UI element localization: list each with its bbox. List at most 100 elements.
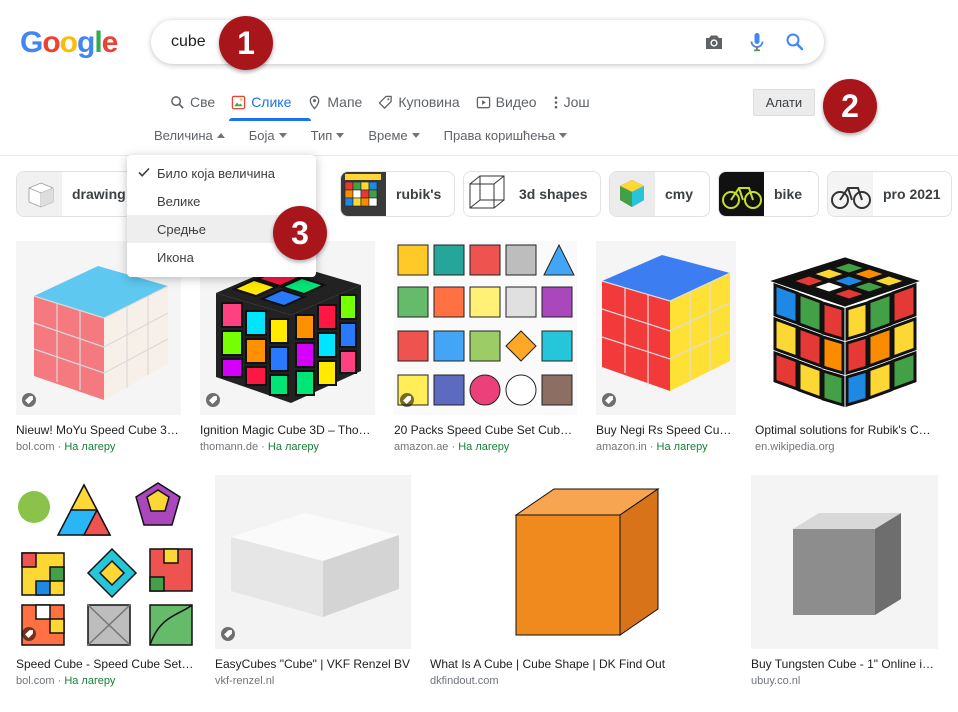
filter-label: Величина (154, 128, 213, 143)
result-image[interactable] (394, 241, 577, 415)
result-source: thomann.de (200, 441, 259, 453)
tab-label: Још (563, 94, 590, 110)
tab-label: Видео (495, 94, 537, 110)
microphone-icon[interactable] (745, 30, 769, 54)
tab-label: Све (190, 94, 216, 110)
result-title[interactable]: Buy Negi Rs Speed Cub… (596, 423, 736, 437)
active-tab-indicator (229, 118, 311, 121)
result-image[interactable] (751, 475, 938, 649)
result-title[interactable]: Ignition Magic Cube 3D – Tho… (200, 423, 375, 437)
result-title[interactable]: Nieuw! MoYu Speed Cube 3… (16, 423, 181, 437)
tab-maps[interactable]: Мапе (307, 92, 372, 112)
size-option-label: Велике (157, 193, 201, 209)
tab-images[interactable]: Слике (231, 92, 301, 112)
chip-rubiks[interactable]: rubik's (340, 171, 455, 217)
chip-thumbnail (341, 172, 386, 216)
result-card[interactable]: Buy Negi Rs Speed Cub… amazon.in · На ла… (596, 241, 736, 453)
chip-thumbnail (719, 172, 764, 216)
chip-label: pro 2021 (883, 186, 941, 202)
tab-more[interactable]: Још (553, 92, 600, 112)
result-card[interactable]: What Is A Cube | Cube Shape | DK Find Ou… (430, 475, 732, 687)
result-card[interactable]: 20 Packs Speed Cube Set Cub… amazon.ae ·… (394, 241, 577, 453)
result-title[interactable]: Buy Tungsten Cube - 1" Online in … (751, 657, 938, 671)
separator: · (54, 675, 65, 687)
checkmark-icon (138, 167, 150, 177)
map-pin-icon (309, 95, 320, 110)
result-source: vkf-renzel.nl (215, 675, 275, 687)
chip-pro-2021[interactable]: pro 2021 (827, 171, 952, 217)
logo-letter: G (20, 26, 43, 59)
caret-down-icon (411, 133, 420, 138)
result-title[interactable]: EasyCubes "Cube" | VKF Renzel BV (215, 657, 411, 671)
logo-letter: o (59, 26, 78, 59)
size-option-any[interactable]: Било која величина (127, 159, 316, 187)
search-icon[interactable] (783, 30, 807, 54)
product-tag-icon (400, 393, 414, 407)
result-image[interactable] (16, 475, 196, 649)
result-title[interactable]: Optimal solutions for Rubik's C… (755, 423, 938, 437)
chip-thumbnail (464, 172, 509, 216)
caret-down-icon (336, 133, 345, 138)
product-tag-icon (602, 393, 616, 407)
result-source: ubuy.co.nl (751, 675, 801, 687)
chip-thumbnail (828, 172, 873, 216)
chip-label: drawing (72, 186, 126, 202)
result-source-line: bol.com · На лагеру (16, 675, 196, 687)
logo-letter: o (42, 26, 60, 59)
result-card[interactable]: Optimal solutions for Rubik's C… en.wiki… (755, 241, 938, 453)
tab-videos[interactable]: Видео (476, 92, 547, 112)
stock-status: На лагеру (458, 441, 510, 453)
chip-3d-shapes[interactable]: 3d shapes (463, 171, 601, 217)
chip-cmy[interactable]: cmy (609, 171, 710, 217)
chip-bike[interactable]: bike (718, 171, 819, 217)
size-option-label: Икона (157, 249, 194, 265)
stock-status: На лагеру (267, 441, 319, 453)
result-image[interactable] (430, 475, 732, 649)
result-title[interactable]: 20 Packs Speed Cube Set Cub… (394, 423, 577, 437)
result-image[interactable] (596, 241, 736, 415)
result-source-line: thomann.de · На лагеру (200, 441, 375, 453)
size-option-label: Средње (157, 221, 206, 237)
caret-down-icon (559, 133, 568, 138)
result-card[interactable]: EasyCubes "Cube" | VKF Renzel BV vkf-ren… (215, 475, 411, 687)
product-tag-icon (206, 393, 220, 407)
result-source: dkfindout.com (430, 675, 499, 687)
separator: · (448, 441, 459, 453)
stock-status: На лагеру (656, 441, 708, 453)
result-card[interactable]: Buy Tungsten Cube - 1" Online in … ubuy.… (751, 475, 938, 687)
separator: · (258, 441, 268, 453)
result-image[interactable] (755, 241, 938, 415)
tab-label: Куповина (398, 94, 460, 110)
separator: · (54, 441, 65, 453)
chip-thumbnail (17, 172, 62, 216)
filter-type[interactable]: Тип (311, 128, 345, 143)
caret-down-icon (278, 133, 287, 138)
product-tag-icon (22, 393, 36, 407)
tag-icon (379, 95, 393, 109)
result-image[interactable] (215, 475, 411, 649)
google-logo[interactable]: Google (20, 26, 119, 60)
logo-letter: e (101, 26, 119, 59)
chip-label: bike (774, 186, 803, 202)
result-source-line: amazon.ae · На лагеру (394, 441, 577, 453)
filter-time[interactable]: Време (368, 128, 420, 143)
chip-drawing[interactable]: drawing (16, 171, 134, 217)
size-option-label: Било која величина (157, 165, 276, 181)
search-icon (171, 95, 184, 109)
logo-letter: l (94, 26, 102, 59)
separator: · (646, 441, 657, 453)
result-title[interactable]: Speed Cube - Speed Cube Set … (16, 657, 196, 671)
tools-button[interactable]: Алати (753, 89, 815, 116)
tab-shopping[interactable]: Куповина (378, 92, 469, 112)
result-source-line: vkf-renzel.nl (215, 675, 411, 687)
result-source: amazon.ae (394, 441, 449, 453)
camera-icon[interactable] (702, 30, 726, 54)
filter-color[interactable]: Боја (249, 128, 287, 143)
filter-size[interactable]: Величина (154, 128, 225, 143)
result-title[interactable]: What Is A Cube | Cube Shape | DK Find Ou… (430, 657, 732, 671)
stock-status: На лагеру (64, 675, 116, 687)
result-card[interactable]: Speed Cube - Speed Cube Set … bol.com · … (16, 475, 196, 687)
callout-2: 2 (823, 79, 877, 133)
tab-all[interactable]: Све (170, 92, 225, 112)
filter-usage-rights[interactable]: Права коришћења (444, 128, 568, 143)
